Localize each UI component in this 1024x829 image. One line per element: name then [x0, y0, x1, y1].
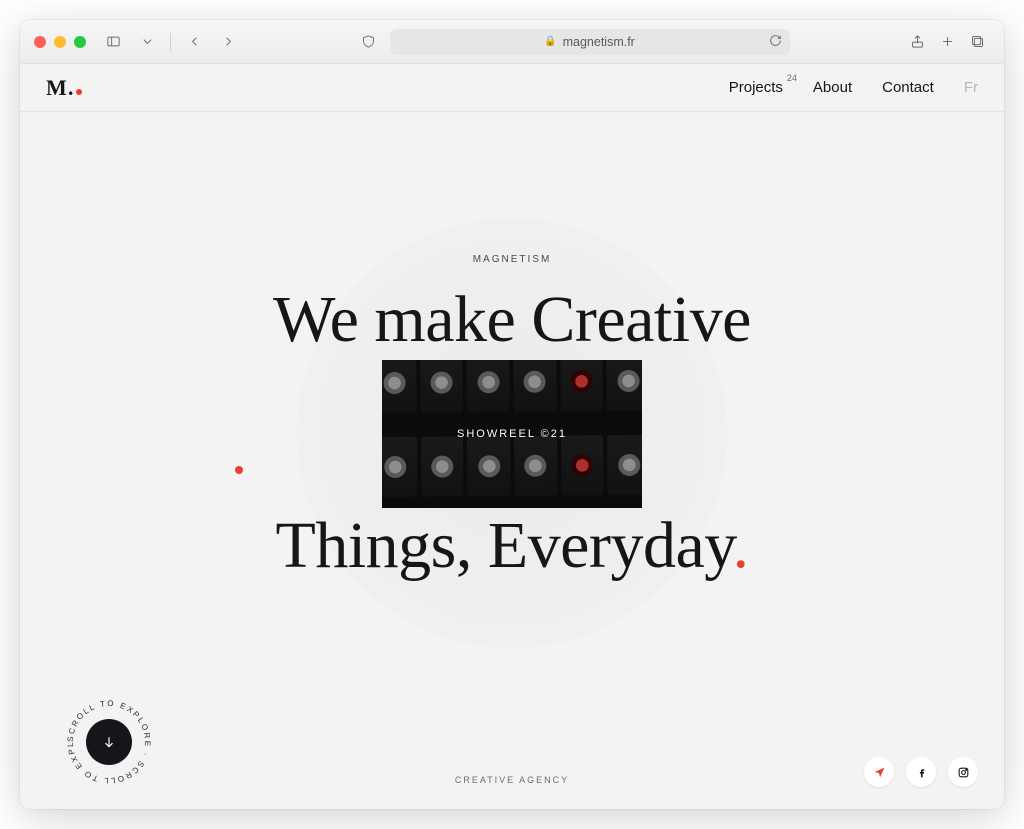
minimize-window-button[interactable] [54, 36, 66, 48]
logo-dot-icon [76, 89, 82, 95]
social-facebook[interactable] [906, 757, 936, 787]
showreel-video[interactable]: SHOWREEL ©21 [382, 360, 642, 508]
site-header: M. Projects 24 About Contact Fr [20, 64, 1004, 112]
social-links [864, 757, 978, 787]
browser-window: 🔒 magnetism.fr M. [20, 20, 1004, 809]
tabs-overview-button[interactable] [964, 30, 990, 54]
sidebar-toggle-button[interactable] [100, 30, 126, 54]
toolbar-divider [170, 33, 171, 51]
headline-line-1: We make Creative [82, 282, 942, 358]
arrow-down-icon [102, 735, 116, 749]
back-button[interactable] [181, 30, 207, 54]
footer-tagline: CREATIVE AGENCY [455, 775, 569, 785]
site-logo[interactable]: M. [46, 75, 82, 101]
page-viewport: M. Projects 24 About Contact Fr MAGNETIS… [20, 64, 1004, 809]
main-nav: Projects 24 About Contact Fr [729, 79, 978, 96]
fullscreen-window-button[interactable] [74, 36, 86, 48]
new-tab-button[interactable] [934, 30, 960, 54]
privacy-shield-icon[interactable] [356, 30, 382, 54]
scroll-to-explore-button[interactable]: SCROLL TO EXPLORE · SCROLL TO EXPLORE · [66, 699, 152, 785]
address-bar-wrap: 🔒 magnetism.fr [337, 29, 808, 55]
nav-contact[interactable]: Contact [882, 79, 934, 96]
close-window-button[interactable] [34, 36, 46, 48]
nav-language[interactable]: Fr [964, 79, 978, 96]
nav-projects[interactable]: Projects 24 [729, 79, 783, 96]
scroll-arrow-circle [86, 719, 132, 765]
forward-button[interactable] [215, 30, 241, 54]
social-location[interactable] [864, 757, 894, 787]
headline-period: . [732, 509, 748, 582]
hero-section: MAGNETISM We make Creative Things, Every… [20, 112, 1004, 809]
projects-count-badge: 24 [787, 73, 797, 83]
share-button[interactable] [904, 30, 930, 54]
lock-icon: 🔒 [544, 36, 556, 47]
address-bar[interactable]: 🔒 magnetism.fr [390, 29, 790, 55]
tab-dropdown-button[interactable] [134, 30, 160, 54]
logo-letter: M [46, 75, 67, 101]
showreel-label: SHOWREEL ©21 [457, 428, 567, 440]
browser-titlebar: 🔒 magnetism.fr [20, 20, 1004, 64]
accent-dot-icon [235, 466, 243, 474]
url-text: magnetism.fr [563, 35, 635, 49]
nav-about[interactable]: About [813, 79, 852, 96]
hero-kicker: MAGNETISM [473, 254, 552, 265]
window-controls [34, 36, 86, 48]
headline-line-2: Things, Everyday. [82, 508, 942, 584]
reload-button[interactable] [769, 34, 782, 50]
social-instagram[interactable] [948, 757, 978, 787]
